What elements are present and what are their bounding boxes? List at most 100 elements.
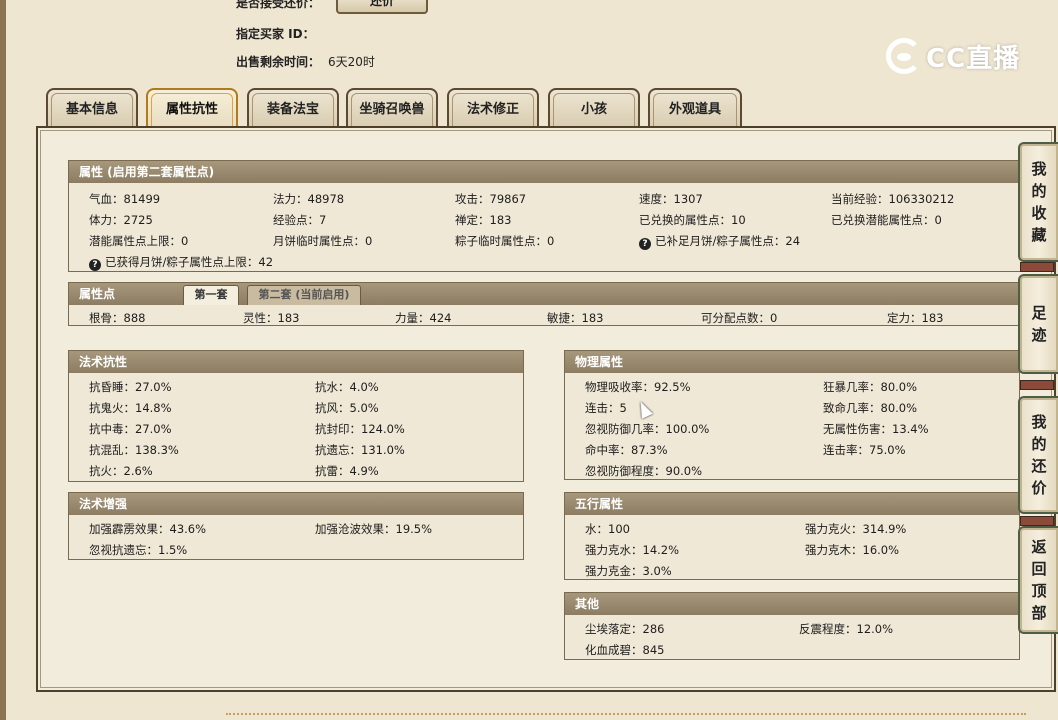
back-to-top-button[interactable]: 返回顶部: [1018, 526, 1058, 634]
attr-value: 已补足月饼/粽子属性点：24: [655, 234, 801, 248]
resist-value: 抗昏睡：27.0%: [89, 380, 172, 394]
physical-value: 致命几率：80.0%: [823, 401, 918, 415]
my-counter-offers-label: 我的还价: [1031, 413, 1047, 497]
resist-value: 抗遗忘：131.0%: [315, 443, 405, 457]
boost-value: 忽视抗遗忘：1.5%: [89, 543, 188, 557]
cc-live-logo: CC直播: [886, 36, 1026, 76]
subtab-set-one[interactable]: 第一套: [183, 285, 239, 305]
attribute-points-header: 属性点 第一套 第二套 (当前启用): [69, 283, 1027, 305]
side-divider: [1020, 262, 1054, 272]
five-elements-section: 五行属性 水：100 强力克火：314.9% 强力克水：14.2% 强力克木：1…: [564, 492, 1020, 580]
attr-value: 潜能属性点上限：0: [89, 234, 189, 248]
resist-value: 抗中毒：27.0%: [89, 422, 172, 436]
tab-children[interactable]: 小孩: [548, 88, 640, 128]
tab-attributes[interactable]: 属性抗性: [146, 88, 238, 128]
attr-value: 攻击：79867: [455, 192, 527, 206]
side-divider: [1020, 380, 1054, 390]
help-icon[interactable]: ?: [89, 259, 101, 271]
attribute-points-section: 属性点 第一套 第二套 (当前启用) 根骨：888 灵性：183 力量：424 …: [68, 282, 1028, 326]
my-favorites-label: 我的收藏: [1031, 160, 1047, 244]
resist-value: 抗风：5.0%: [315, 401, 379, 415]
resist-value: 抗雷：4.9%: [315, 464, 379, 478]
subtab-set-two[interactable]: 第二套 (当前启用): [247, 285, 361, 305]
close-x-icon: ✕: [423, 0, 434, 6]
point-value: 敏捷：183: [547, 311, 604, 325]
boost-value: 加强霹雳效果：43.6%: [89, 522, 207, 536]
physical-value: 命中率：87.3%: [585, 443, 668, 457]
point-value: 力量：424: [395, 311, 452, 325]
time-left-value: 6天20时: [328, 55, 375, 69]
physical-value: 连击率：75.0%: [823, 443, 906, 457]
resist-value: 抗封印：124.0%: [315, 422, 405, 436]
attr-value: 粽子临时属性点：0: [455, 234, 555, 248]
buyer-id-row: 指定买家 ID：: [236, 25, 315, 42]
logo-text: CC直播: [926, 44, 1021, 74]
attr-value: 已获得月饼/粽子属性点上限：42: [105, 255, 274, 269]
other-value: 尘埃落定：286: [585, 622, 665, 636]
tab-appearance[interactable]: 外观道具: [648, 88, 742, 128]
other-title: 其他: [565, 593, 1019, 615]
attr-value-with-help: ? 已获得月饼/粽子属性点上限：42: [89, 254, 273, 271]
attr-value: 体力：2725: [89, 213, 153, 227]
attributes-panel: 属性 (启用第二套属性点) 气血：81499 法力：48978 攻击：79867…: [36, 126, 1056, 692]
resist-value: 抗混乱：138.3%: [89, 443, 179, 457]
my-favorites-button[interactable]: 我的收藏: [1018, 142, 1058, 262]
other-section: 其他 尘埃落定：286 反震程度：12.0% 化血成碧：845: [564, 592, 1020, 660]
magic-boost-title: 法术增强: [69, 493, 523, 515]
magic-resist-section: 法术抗性 抗昏睡：27.0% 抗水：4.0% 抗鬼火：14.8% 抗风：5.0%…: [68, 350, 524, 482]
counter-offer-button[interactable]: 还价 ✕: [336, 0, 434, 14]
tab-equipment[interactable]: 装备法宝: [247, 88, 339, 128]
side-divider: [1020, 516, 1054, 526]
counter-offer-label: 还价: [369, 0, 394, 8]
dotted-divider: [226, 713, 1026, 715]
attr-value: 当前经验：106330212: [831, 192, 955, 206]
other-value: 化血成碧：845: [585, 643, 665, 657]
point-value: 可分配点数：0: [701, 311, 778, 325]
element-value: 水：100: [585, 522, 630, 536]
element-value: 强力克水：14.2%: [585, 543, 680, 557]
physical-value: 无属性伤害：13.4%: [823, 422, 929, 436]
physical-value: 忽视防御程度：90.0%: [585, 464, 703, 478]
physical-title: 物理属性: [565, 351, 1019, 373]
physical-value: 忽视防御几率：100.0%: [585, 422, 710, 436]
point-value: 定力：183: [887, 311, 944, 325]
resist-value: 抗火：2.6%: [89, 464, 153, 478]
tab-mounts-pets[interactable]: 坐骑召唤兽: [346, 88, 438, 128]
resist-value: 抗水：4.0%: [315, 380, 379, 394]
time-left-label: 出售剩余时间：: [236, 55, 321, 69]
magic-boost-section: 法术增强 加强霹雳效果：43.6% 加强沧波效果：19.5% 忽视抗遗忘：1.5…: [68, 492, 524, 560]
tab-basic-info[interactable]: 基本信息: [46, 88, 138, 128]
back-to-top-label: 返回顶部: [1031, 538, 1047, 622]
attributes-section: 属性 (启用第二套属性点) 气血：81499 法力：48978 攻击：79867…: [68, 160, 1028, 272]
footprints-button[interactable]: 足迹: [1018, 274, 1058, 374]
element-value: 强力克木：16.0%: [805, 543, 900, 557]
resist-value: 抗鬼火：14.8%: [89, 401, 172, 415]
left-border: [0, 0, 6, 720]
tab-spell-mods[interactable]: 法术修正: [447, 88, 539, 128]
physical-value: 狂暴几率：80.0%: [823, 380, 918, 394]
accept-counter-label: 是否接受还价：: [236, 0, 321, 10]
attr-value: 经验点：7: [273, 213, 327, 227]
attr-value: 法力：48978: [273, 192, 345, 206]
attr-value-with-help: ? 已补足月饼/粽子属性点：24: [639, 233, 800, 250]
element-value: 强力克金：3.0%: [585, 564, 672, 578]
buyer-id-label: 指定买家 ID：: [236, 27, 315, 41]
attributes-title: 属性 (启用第二套属性点): [69, 161, 1027, 183]
attr-value: 月饼临时属性点：0: [273, 234, 373, 248]
time-left-row: 出售剩余时间： 6天20时: [236, 53, 375, 70]
cc-logo-icon: [886, 38, 922, 74]
point-value: 灵性：183: [243, 311, 300, 325]
attr-value: 速度：1307: [639, 192, 703, 206]
physical-section: 物理属性 物理吸收率：92.5% 狂暴几率：80.0% 连击：5 致命几率：80…: [564, 350, 1020, 480]
other-value: 反震程度：12.0%: [799, 622, 894, 636]
my-counter-offers-button[interactable]: 我的还价: [1018, 396, 1058, 514]
five-elements-title: 五行属性: [565, 493, 1019, 515]
point-value: 根骨：888: [89, 311, 146, 325]
magic-resist-title: 法术抗性: [69, 351, 523, 373]
physical-value: 连击：5: [585, 401, 627, 415]
help-icon[interactable]: ?: [639, 238, 651, 250]
attribute-points-title: 属性点: [79, 287, 116, 301]
attr-value: 禅定：183: [455, 213, 512, 227]
accept-counter-row: 是否接受还价：: [236, 0, 320, 11]
element-value: 强力克火：314.9%: [805, 522, 907, 536]
